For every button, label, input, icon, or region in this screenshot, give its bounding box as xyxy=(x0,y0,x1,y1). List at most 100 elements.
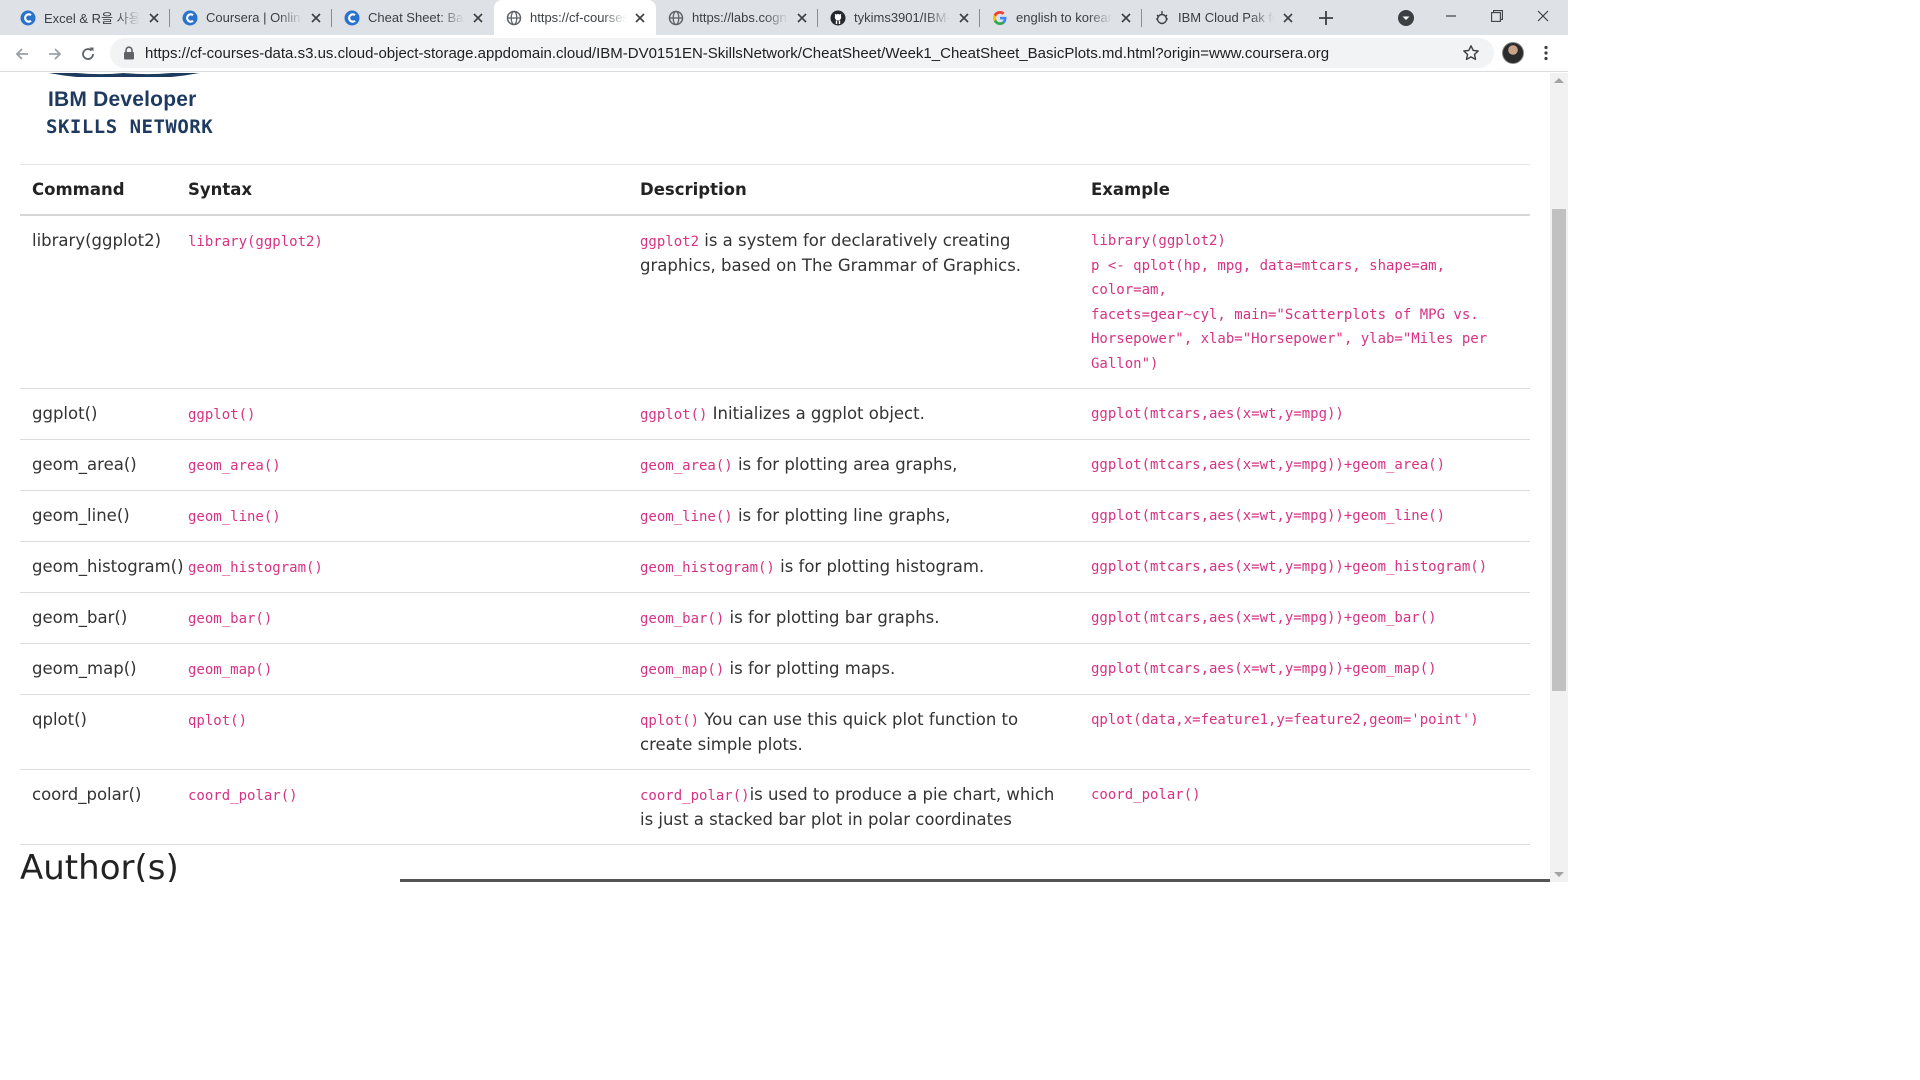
tab-title: https://cf-courses xyxy=(530,10,626,25)
description-code: ggplot2 xyxy=(640,234,700,250)
back-button[interactable] xyxy=(8,40,36,68)
table-row: geom_bar() geom_bar() geom_bar() is for pl… xyxy=(20,592,1530,644)
command-cell: geom_line() xyxy=(20,490,176,542)
profile-avatar[interactable] xyxy=(1502,42,1524,64)
restore-button[interactable] xyxy=(1474,0,1520,32)
url-text[interactable]: https://cf-courses-data.s3.us.cloud-obje… xyxy=(145,45,1329,62)
tab-title: tykims3901/IBM- xyxy=(854,10,950,25)
browser-tab[interactable]: Excel & R을 사용 xyxy=(8,0,170,35)
syntax-cell: ggplot() xyxy=(176,388,628,440)
description-cell: ggplot2 is a system for declaratively cr… xyxy=(628,215,1079,389)
syntax-cell: qplot() xyxy=(176,694,628,770)
minimize-icon xyxy=(1446,15,1456,17)
table-row: geom_map() geom_map() geom_map() is for pl… xyxy=(20,643,1530,695)
close-icon[interactable] xyxy=(956,10,972,26)
command-cell: coord_polar() xyxy=(20,769,176,845)
description-cell: ggplot() Initializes a ggplot object. xyxy=(628,388,1079,440)
bookmark-star-icon[interactable] xyxy=(1462,44,1480,62)
browser-tab[interactable]: Cheat Sheet: Basi xyxy=(332,0,494,35)
description-text: is for plotting bar graphs. xyxy=(724,608,940,627)
example-cell: ggplot(mtcars,aes(x=wt,y=mpg))+geom_line… xyxy=(1079,490,1530,542)
example-cell: ggplot(mtcars,aes(x=wt,y=mpg))+geom_area… xyxy=(1079,439,1530,491)
google-icon xyxy=(992,10,1008,26)
author-heading: Author(s) xyxy=(20,848,179,882)
browser-tab[interactable]: https://labs.cogni xyxy=(656,0,818,35)
address-bar[interactable]: https://cf-courses-data.s3.us.cloud-obje… xyxy=(110,38,1494,68)
tab-title: Excel & R을 사용 xyxy=(44,11,140,26)
arrow-right-icon xyxy=(49,48,62,60)
tab-title: https://labs.cogni xyxy=(692,10,788,25)
close-icon[interactable] xyxy=(470,10,486,26)
scroll-up-arrow-icon[interactable] xyxy=(1554,78,1564,83)
example-code-line: Gallon") xyxy=(1091,355,1159,372)
github-icon xyxy=(830,10,846,26)
new-tab-button[interactable] xyxy=(1314,6,1338,30)
example-cell: qplot(data,x=feature1,y=feature2,geom='p… xyxy=(1079,694,1530,770)
description-cell: coord_polar()is used to produce a pie ch… xyxy=(628,769,1079,845)
syntax-code: qplot() xyxy=(188,713,248,729)
table-row: qplot() qplot() qplot() You can use this q… xyxy=(20,694,1530,770)
close-icon xyxy=(1537,10,1549,22)
command-cell: qplot() xyxy=(20,694,176,770)
command-cell: geom_bar() xyxy=(20,592,176,644)
description-cell: qplot() You can use this quick plot func… xyxy=(628,694,1079,770)
tab-search-button[interactable] xyxy=(1396,8,1416,28)
syntax-cell: geom_map() xyxy=(176,643,628,695)
reload-button[interactable] xyxy=(74,40,102,68)
example-cell: ggplot(mtcars,aes(x=wt,y=mpg))+geom_bar(… xyxy=(1079,592,1530,644)
description-text: is for plotting area graphs, xyxy=(732,455,958,474)
close-icon[interactable] xyxy=(146,10,162,26)
browser-menu-button[interactable] xyxy=(1535,42,1557,64)
close-icon[interactable] xyxy=(308,10,324,26)
command-cell: geom_area() xyxy=(20,439,176,491)
description-code: geom_area() xyxy=(640,458,733,474)
table-body: library(ggplot2) library(ggplot2) ggplot2 … xyxy=(20,215,1530,845)
description-cell: geom_line() is for plotting line graphs, xyxy=(628,490,1079,542)
restore-icon xyxy=(1491,10,1503,22)
example-code-line: ggplot(mtcars,aes(x=wt,y=mpg))+geom_bar(… xyxy=(1091,610,1437,626)
syntax-cell: geom_histogram() xyxy=(176,541,628,593)
browser-tab[interactable]: Coursera | Online xyxy=(170,0,332,35)
browser-tab-active[interactable]: https://cf-courses xyxy=(494,0,656,35)
syntax-code: coord_polar() xyxy=(188,788,298,804)
close-window-button[interactable] xyxy=(1520,0,1566,32)
table-row: library(ggplot2) library(ggplot2) ggplot2 … xyxy=(20,215,1530,389)
example-code-line: library(ggplot2) xyxy=(1091,233,1226,249)
syntax-cell: coord_polar() xyxy=(176,769,628,845)
close-icon[interactable] xyxy=(632,10,648,26)
close-icon[interactable] xyxy=(1280,10,1296,26)
example-cell: ggplot(mtcars,aes(x=wt,y=mpg)) xyxy=(1079,388,1530,440)
page-content: IBM Developer SKILLS NETWORK Command Syn… xyxy=(0,73,1550,882)
scrollbar-thumb[interactable] xyxy=(1552,209,1566,691)
cheat-sheet-table: Command Syntax Description Example libra… xyxy=(20,165,1530,845)
syntax-cell: geom_area() xyxy=(176,439,628,491)
browser-tab[interactable]: tykims3901/IBM- xyxy=(818,0,980,35)
vertical-scrollbar[interactable] xyxy=(1550,73,1568,882)
minimize-button[interactable] xyxy=(1428,0,1474,32)
close-icon[interactable] xyxy=(794,10,810,26)
syntax-code: geom_map() xyxy=(188,662,273,678)
description-cell: geom_bar() is for plotting bar graphs. xyxy=(628,592,1079,644)
description-cell: geom_area() is for plotting area graphs, xyxy=(628,439,1079,491)
forward-button[interactable] xyxy=(41,40,69,68)
example-cell: ggplot(mtcars,aes(x=wt,y=mpg))+geom_map(… xyxy=(1079,643,1530,695)
syntax-code: geom_bar() xyxy=(188,611,273,627)
example-code-line: ggplot(mtcars,aes(x=wt,y=mpg))+geom_line… xyxy=(1091,508,1446,524)
scroll-down-arrow-icon[interactable] xyxy=(1554,872,1564,877)
description-code: qplot() xyxy=(640,713,700,729)
table-row: geom_histogram() geom_histogram() geom_his… xyxy=(20,541,1530,593)
tab-title: Coursera | Online xyxy=(206,10,302,25)
lock-icon[interactable] xyxy=(122,46,136,60)
command-cell: geom_map() xyxy=(20,643,176,695)
globe-icon xyxy=(668,10,684,26)
description-text: is for plotting maps. xyxy=(724,659,896,678)
column-header-command: Command xyxy=(20,165,176,216)
command-cell: ggplot() xyxy=(20,388,176,440)
syntax-cell: geom_line() xyxy=(176,490,628,542)
browser-tab[interactable]: english to korean xyxy=(980,0,1142,35)
description-code: geom_line() xyxy=(640,509,733,525)
table-header-row: Command Syntax Description Example xyxy=(20,165,1530,216)
syntax-code: library(ggplot2) xyxy=(188,234,323,250)
browser-tab[interactable]: IBM Cloud Pak fo xyxy=(1142,0,1304,35)
close-icon[interactable] xyxy=(1118,10,1134,26)
